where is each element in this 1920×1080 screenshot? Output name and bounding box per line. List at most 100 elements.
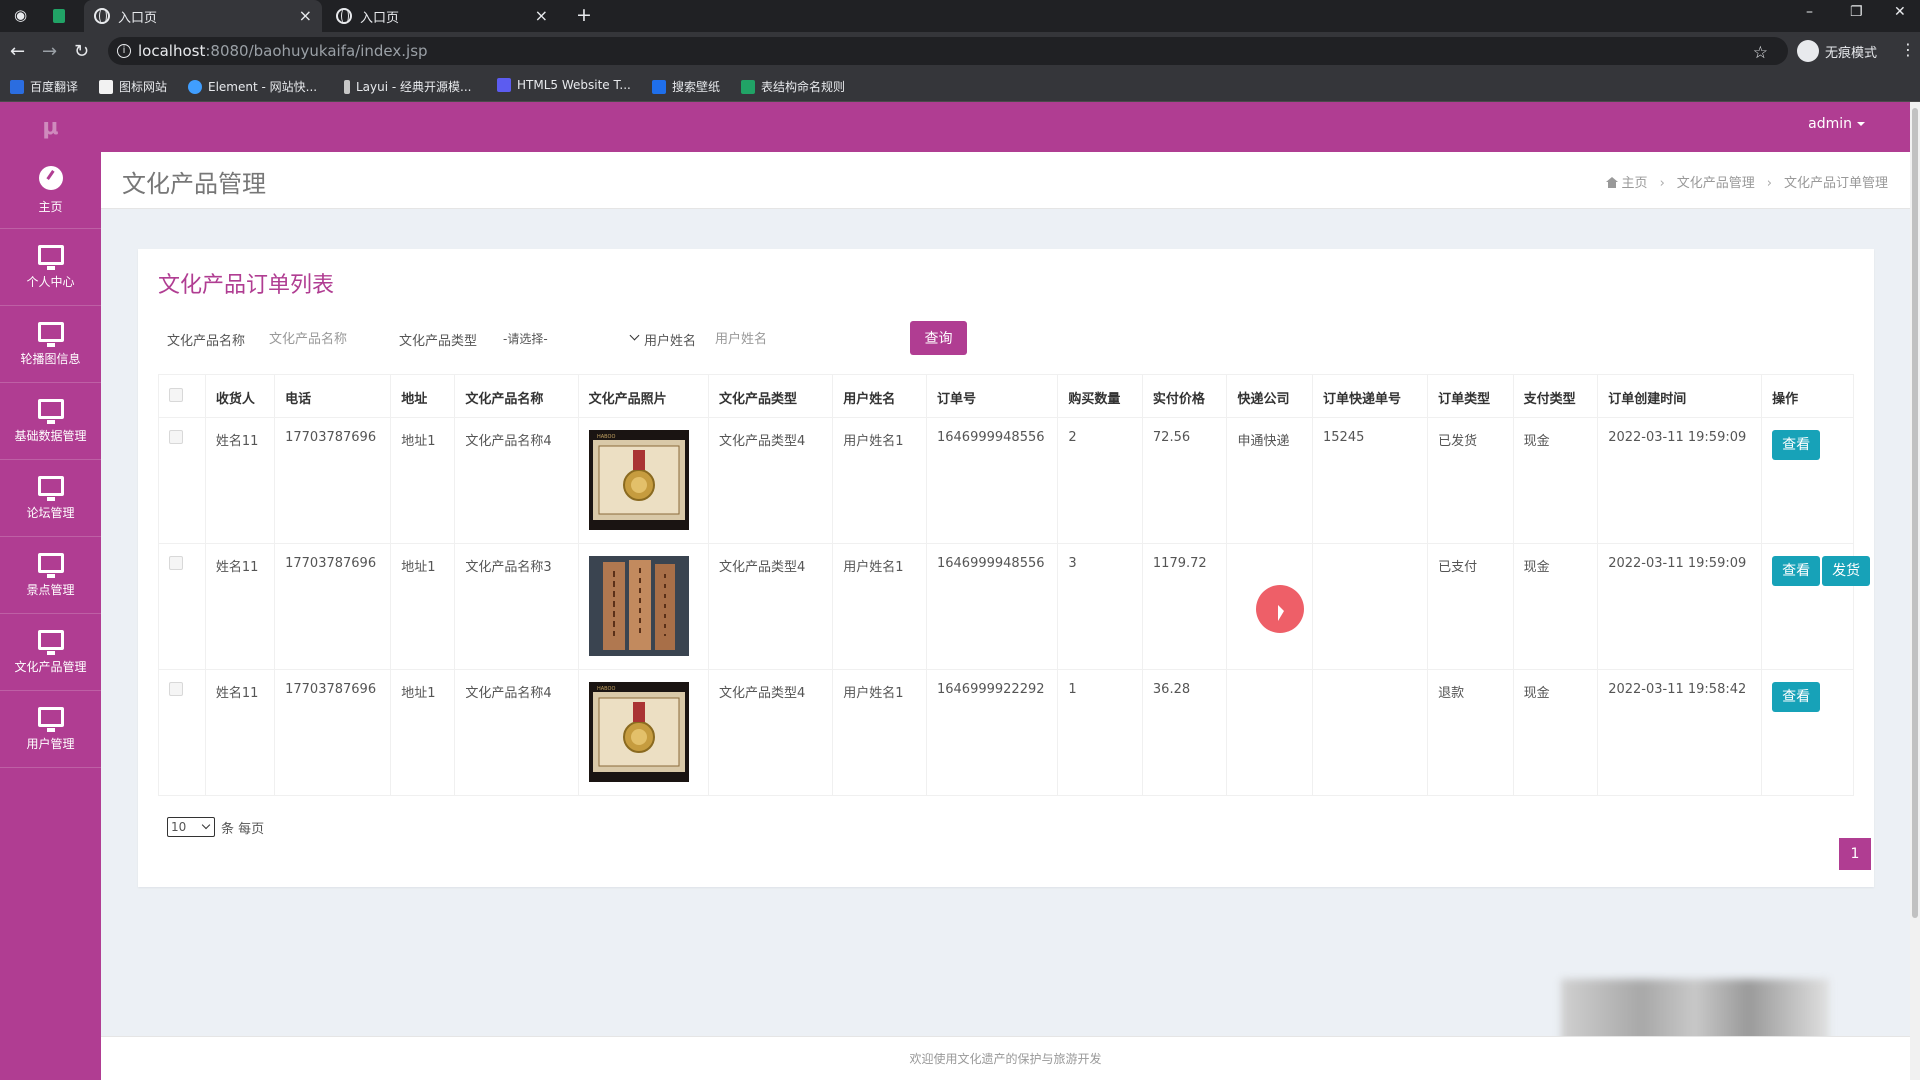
monitor-icon: [37, 706, 64, 732]
sidebar-item-home[interactable]: 主页: [0, 152, 101, 229]
table-header-row: 收货人 电话 地址 文化产品名称 文化产品照片 文化产品类型 用户姓名 订单号 …: [158, 374, 1854, 418]
reload-icon[interactable]: ↻: [74, 41, 89, 62]
bookmarks-bar: 百度翻译 图标网站 Element - 网站快... Layui - 经典开源模…: [0, 70, 1920, 102]
incognito-label: 无痕模式: [1825, 45, 1878, 61]
address-cell: 地址1: [390, 669, 456, 796]
globe-icon: [94, 8, 110, 24]
breadcrumb: 主页 › 文化产品管理 › 文化产品订单管理: [1605, 172, 1888, 191]
html5-icon: [497, 78, 511, 92]
page-scrollbar[interactable]: [1910, 102, 1920, 1080]
bookmark-item[interactable]: Element - 网站快...: [188, 78, 317, 95]
user-name-input[interactable]: [715, 324, 865, 354]
page-title: 文化产品管理: [122, 170, 266, 198]
product-type-cell: 文化产品类型4: [708, 669, 834, 796]
tab-active[interactable]: 入口页 ×: [84, 0, 322, 32]
site-info-icon[interactable]: i: [117, 44, 131, 58]
bookmark-label: Layui - 经典开源模...: [356, 80, 472, 94]
page-number-button[interactable]: 1: [1839, 838, 1871, 870]
sidebar-item-users[interactable]: 用户管理: [0, 691, 101, 768]
column-header: 文化产品名称: [454, 374, 579, 418]
product-name-cell: 文化产品名称3: [454, 543, 579, 670]
view-button[interactable]: 查看: [1772, 556, 1821, 586]
new-tab-icon[interactable]: +: [576, 4, 592, 26]
sidebar-item-attractions[interactable]: 景点管理: [0, 537, 101, 614]
sidebar: μ 主页 个人中心 轮播图信息 基础数据管理 论坛管理 景点管理 文化产品管理: [0, 102, 101, 1080]
close-window-icon[interactable]: ✕: [1894, 4, 1906, 20]
url-host: localhost: [138, 42, 206, 60]
restore-icon[interactable]: ❐: [1850, 4, 1863, 20]
dashboard-icon: [38, 165, 63, 190]
bookmark-label: Element - 网站快...: [208, 80, 318, 94]
product-photo-cell: HABOO: [577, 669, 710, 796]
scrollbar-thumb[interactable]: [1912, 108, 1918, 918]
bookmark-star-icon[interactable]: ☆: [1753, 39, 1768, 67]
view-button[interactable]: 查看: [1772, 430, 1821, 460]
sidebar-item-products[interactable]: 文化产品管理: [0, 614, 101, 691]
top-navbar: admin: [0, 102, 1910, 152]
bookmark-item[interactable]: Layui - 经典开源模...: [344, 78, 471, 95]
product-type-select[interactable]: -请选择-: [503, 330, 640, 347]
actions-cell: 查看 发货: [1761, 543, 1871, 670]
order-status-cell: 退款: [1427, 669, 1514, 796]
row-checkbox[interactable]: [169, 430, 183, 444]
select-all-checkbox[interactable]: [169, 388, 183, 402]
product-type-value: -请选择-: [503, 332, 548, 346]
tab-label: 入口页: [118, 10, 158, 26]
back-icon[interactable]: ←: [10, 41, 25, 62]
payment-type-cell: 现金: [1512, 543, 1599, 670]
bookmark-item[interactable]: 搜索壁纸: [652, 78, 720, 95]
tab-inactive[interactable]: 入口页 ×: [326, 0, 558, 32]
minimize-icon[interactable]: –: [1806, 4, 1813, 20]
admin-menu[interactable]: admin: [1808, 116, 1865, 132]
app-root: admin μ 主页 个人中心 轮播图信息 基础数据管理 论坛管理 景点管理 文…: [0, 102, 1910, 1080]
close-tab-icon[interactable]: ×: [299, 6, 312, 25]
created-time-cell: 2022-03-11 19:59:09: [1597, 417, 1763, 544]
forward-icon[interactable]: →: [42, 41, 57, 62]
sidebar-item-label: 景点管理: [26, 582, 75, 597]
column-header: 订单号: [925, 374, 1059, 418]
address-cell: 地址1: [390, 543, 456, 670]
product-name-input[interactable]: [269, 324, 379, 354]
browser-more-icon[interactable]: ⋮: [1900, 40, 1916, 59]
table-row: 姓名11 17703787696 地址1 文化产品名称4 HABOO 文化产品类…: [158, 669, 1854, 796]
order-status-cell: 已支付: [1427, 543, 1514, 670]
sidebar-item-profile[interactable]: 个人中心: [0, 229, 101, 306]
row-checkbox[interactable]: [169, 682, 183, 696]
breadcrumb-section[interactable]: 文化产品管理: [1677, 176, 1755, 191]
sidebar-item-label: 论坛管理: [26, 505, 75, 520]
url-input[interactable]: i localhost:8080/baohuyukaifa/index.jsp …: [108, 37, 1788, 65]
bookmark-label: 搜索壁纸: [672, 80, 721, 94]
sheets-tab-icon[interactable]: [53, 9, 65, 23]
column-header: 文化产品类型: [708, 374, 834, 418]
bookmark-item[interactable]: 百度翻译: [10, 78, 78, 95]
column-header: 地址: [390, 374, 456, 418]
row-checkbox[interactable]: [169, 556, 183, 570]
sheets-icon: [741, 79, 755, 94]
column-header: 文化产品照片: [577, 374, 710, 418]
bookmark-item[interactable]: HTML5 Website T...: [497, 78, 631, 92]
main-content: 文化产品管理 主页 › 文化产品管理 › 文化产品订单管理 文化产品订单列表 文化产品名…: [101, 152, 1910, 1080]
sidebar-item-forum[interactable]: 论坛管理: [0, 460, 101, 537]
query-button[interactable]: 查询: [910, 321, 967, 355]
footer: 欢迎使用文化遗产的保护与旅游开发: [101, 1036, 1910, 1080]
globe-icon: [336, 8, 352, 24]
sidebar-item-base-data[interactable]: 基础数据管理: [0, 383, 101, 460]
flag-icon: [99, 79, 113, 94]
column-header: 订单类型: [1427, 374, 1514, 418]
page-size-select[interactable]: 10: [167, 817, 215, 837]
column-header: 支付类型: [1512, 374, 1599, 418]
breadcrumb-home[interactable]: 主页: [1622, 176, 1648, 191]
address-cell: 地址1: [390, 417, 456, 544]
sidebar-item-carousel[interactable]: 轮播图信息: [0, 306, 101, 383]
ship-button[interactable]: 发货: [1822, 556, 1871, 586]
receiver-cell: 姓名11: [204, 669, 276, 796]
product-photo-medal: HABOO: [588, 430, 689, 530]
close-tab-icon[interactable]: ×: [535, 6, 548, 25]
monitor-icon: [37, 475, 64, 501]
browser-menu-icon[interactable]: ◉: [14, 6, 27, 24]
bookmark-item[interactable]: 表结构命名规则: [741, 78, 845, 95]
incognito-indicator[interactable]: 无痕模式: [1797, 40, 1877, 62]
tracking-number-cell: [1311, 669, 1429, 796]
view-button[interactable]: 查看: [1772, 682, 1821, 712]
bookmark-item[interactable]: 图标网站: [99, 78, 167, 95]
